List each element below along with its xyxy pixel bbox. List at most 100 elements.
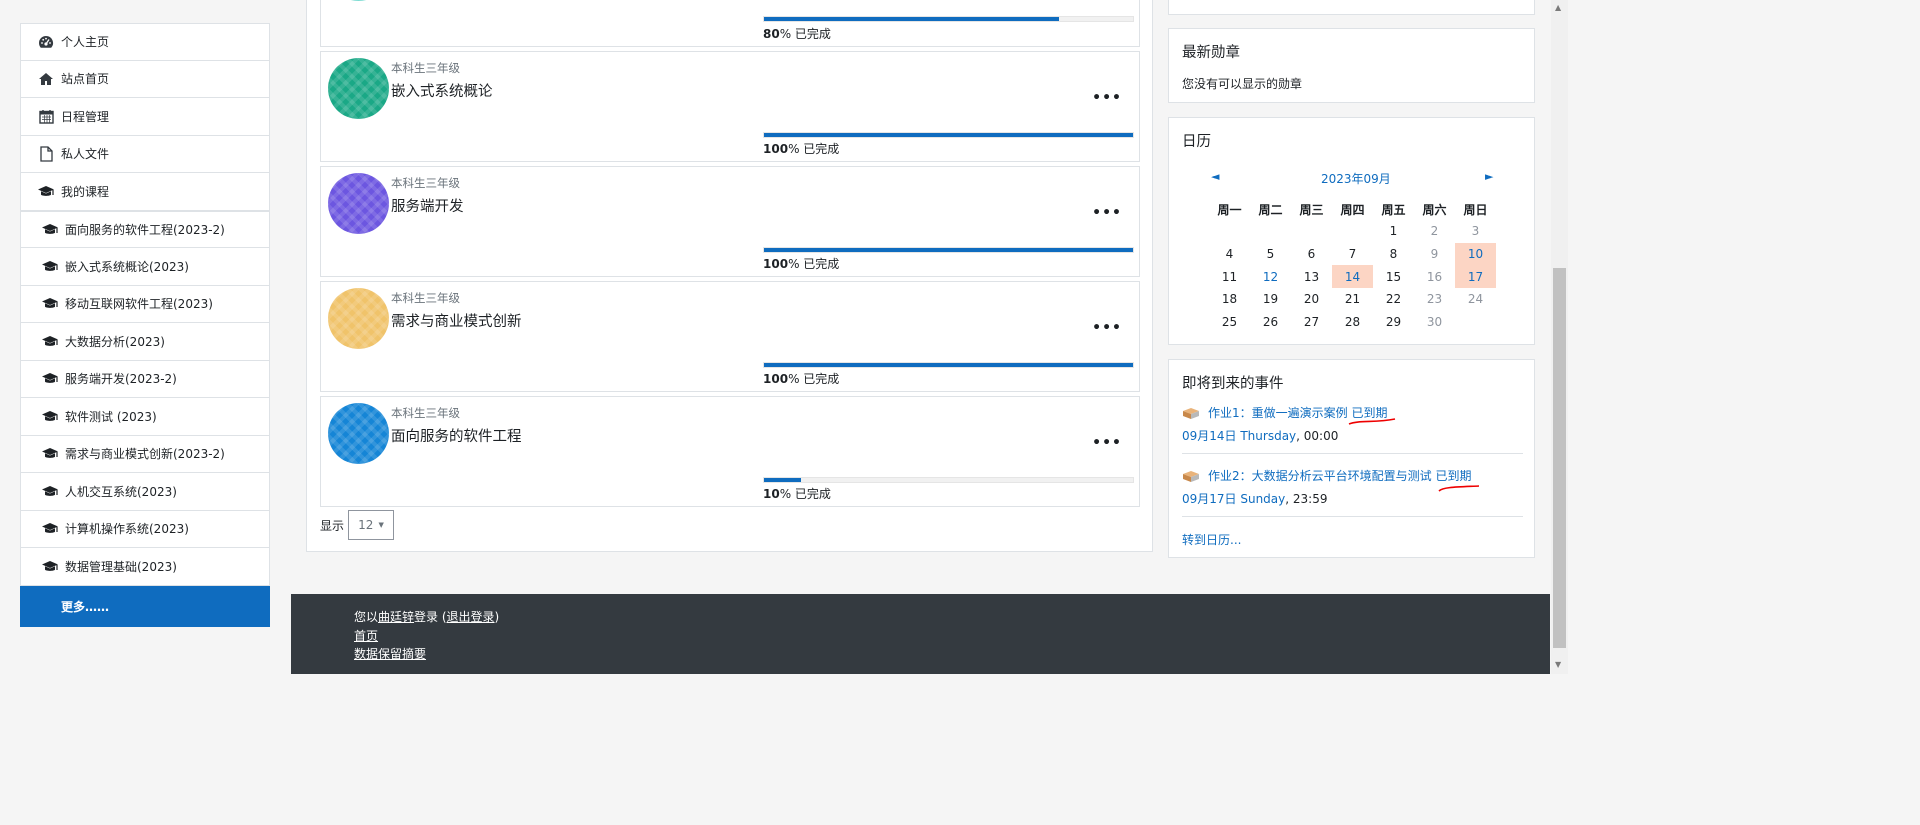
course-actions-menu-icon[interactable]: ••• [1092,90,1122,106]
calendar-day[interactable]: 17 [1455,265,1496,289]
calendar-day[interactable]: 22 [1373,288,1414,311]
nav-item-course[interactable]: 面向服务的软件工程(2023-2) [20,210,270,248]
more-link[interactable]: 更多…… [20,585,270,627]
calendar-day[interactable]: 13 [1291,265,1332,288]
scroll-up-arrow-icon[interactable]: ▲ [1555,3,1561,12]
course-name[interactable]: 嵌入式系统概论 [391,80,493,101]
calendar-day[interactable]: 11 [1209,265,1250,288]
nav-item-course[interactable]: 需求与商业模式创新(2023-2) [20,435,270,473]
course-card[interactable]: 本科生三年级 面向服务的软件工程 ••• 10% 已完成 [320,396,1140,507]
nav-item-my-courses[interactable]: 我的课程 [20,173,270,211]
calendar-empty-cell [1455,311,1496,334]
logout-link[interactable]: 退出登录 [447,610,495,624]
calendar-day[interactable]: 25 [1209,311,1250,334]
calendar-month[interactable]: 2023年09月 [1321,170,1391,187]
calendar-day[interactable]: 16 [1414,265,1455,288]
calendar-day[interactable]: 26 [1250,311,1291,334]
assignment-icon [1183,470,1199,482]
graduation-cap-icon [41,558,59,574]
nav-item-course[interactable]: 大数据分析(2023) [20,323,270,361]
calendar-day[interactable]: 14 [1332,265,1373,289]
calendar-day[interactable]: 15 [1373,265,1414,288]
calendar-day[interactable]: 3 [1455,220,1496,243]
event-date-link[interactable]: 09月17日 Sunday [1182,492,1285,506]
per-page-select[interactable]: 12 ▼ [348,510,395,540]
calendar-day[interactable]: 8 [1373,243,1414,266]
nav-label: 计算机操作系统(2023) [65,522,189,537]
calendar-day[interactable]: 28 [1332,311,1373,334]
calendar-day[interactable]: 30 [1414,311,1455,334]
course-image [328,173,389,234]
per-page-value: 12 [358,518,374,532]
course-actions-menu-icon[interactable]: ••• [1092,205,1122,221]
course-actions-menu-icon[interactable]: ••• [1092,320,1122,336]
footer-home-link[interactable]: 首页 [354,627,378,644]
weekday-header: 周日 [1463,202,1488,217]
goto-calendar-link[interactable]: 转到日历... [1182,531,1241,548]
course-category: 本科生三年级 [391,406,460,420]
nav-item-course[interactable]: 移动互联网软件工程(2023) [20,285,270,323]
nav-label: 数据管理基础(2023) [65,559,177,574]
course-card-partial[interactable]: 80% 已完成 [320,0,1140,47]
nav-item-course[interactable]: 软件测试 (2023) [20,398,270,436]
calendar-day[interactable]: 1 [1373,220,1414,243]
event-date-link[interactable]: 09月14日 Thursday [1182,429,1296,443]
calendar-day[interactable]: 18 [1209,288,1250,311]
scroll-down-arrow-icon[interactable]: ▼ [1555,660,1561,669]
scrollbar-thumb[interactable] [1553,268,1566,648]
course-card[interactable]: 本科生三年级 嵌入式系统概论 ••• 100% 已完成 [320,51,1140,162]
weekday-header: 周四 [1340,202,1365,217]
calendar-day[interactable]: 12 [1250,265,1291,288]
calendar-day[interactable]: 5 [1250,243,1291,266]
calendar-empty-cell [1332,220,1373,243]
event-status: 已到期 [1435,469,1472,483]
divider [1182,453,1523,454]
calendar-day[interactable]: 10 [1455,242,1496,266]
more-label: 更多…… [61,599,110,614]
nav-item-calendar[interactable]: 日程管理 [20,98,270,136]
calendar-day[interactable]: 20 [1291,288,1332,311]
progress-percent: 100 [763,257,789,271]
calendar-day[interactable]: 4 [1209,243,1250,266]
calendar-day[interactable]: 29 [1373,311,1414,334]
calendar-day[interactable]: 23 [1414,288,1455,311]
calendar-day[interactable]: 24 [1455,288,1496,311]
nav-item-course[interactable]: 人机交互系统(2023) [20,473,270,511]
event-time: , 23:59 [1285,492,1328,506]
nav-item-course[interactable]: 嵌入式系统概论(2023) [20,248,270,286]
nav-label: 私人文件 [61,147,110,162]
calendar-day[interactable]: 19 [1250,288,1291,311]
user-profile-link[interactable]: 曲廷锌 [378,610,414,624]
course-name[interactable]: 需求与商业模式创新 [391,310,522,331]
next-month-arrow-icon[interactable]: ► [1485,170,1493,183]
prev-month-arrow-icon[interactable]: ◄ [1211,170,1219,183]
event-date: 09月17日 Sunday, 23:59 [1182,490,1471,507]
nav-item-site-home[interactable]: 站点首页 [20,60,270,98]
calendar-day[interactable]: 21 [1332,288,1373,311]
nav-item-course[interactable]: 计算机操作系统(2023) [20,510,270,548]
course-name[interactable]: 服务端开发 [391,195,464,216]
progress-fill [764,363,1133,367]
data-retention-link[interactable]: 数据保留摘要 [354,645,426,662]
course-category: 本科生三年级 [391,176,460,190]
event-item: 作业2：大数据分析云平台环境配置与测试 已到期 09月17日 Sunday, 2… [1182,467,1471,507]
nav-item-dashboard[interactable]: 个人主页 [20,23,270,61]
course-card[interactable]: 本科生三年级 需求与商业模式创新 ••• 100% 已完成 [320,281,1140,392]
red-underline-annotation [1348,418,1396,425]
calendar-day[interactable]: 2 [1414,220,1455,243]
calendar-day[interactable]: 9 [1414,243,1455,266]
nav-item-private-files[interactable]: 私人文件 [20,135,270,173]
nav-item-course[interactable]: 服务端开发(2023-2) [20,360,270,398]
course-name[interactable]: 面向服务的软件工程 [391,425,522,446]
course-card[interactable]: 本科生三年级 服务端开发 ••• 100% 已完成 [320,166,1140,277]
calendar-day[interactable]: 7 [1332,243,1373,266]
nav-item-course[interactable]: 数据管理基础(2023) [20,548,270,586]
course-actions-menu-icon[interactable]: ••• [1092,435,1122,451]
graduation-cap-icon [41,408,59,424]
page-scrollbar[interactable]: ▲ ▼ [1551,0,1568,674]
calendar-day[interactable]: 27 [1291,311,1332,334]
nav-label: 个人主页 [61,35,110,50]
progress-percent: 100 [763,142,789,156]
event-link[interactable]: 作业2：大数据分析云平台环境配置与测试 已到期 [1208,467,1471,484]
calendar-day[interactable]: 6 [1291,243,1332,266]
